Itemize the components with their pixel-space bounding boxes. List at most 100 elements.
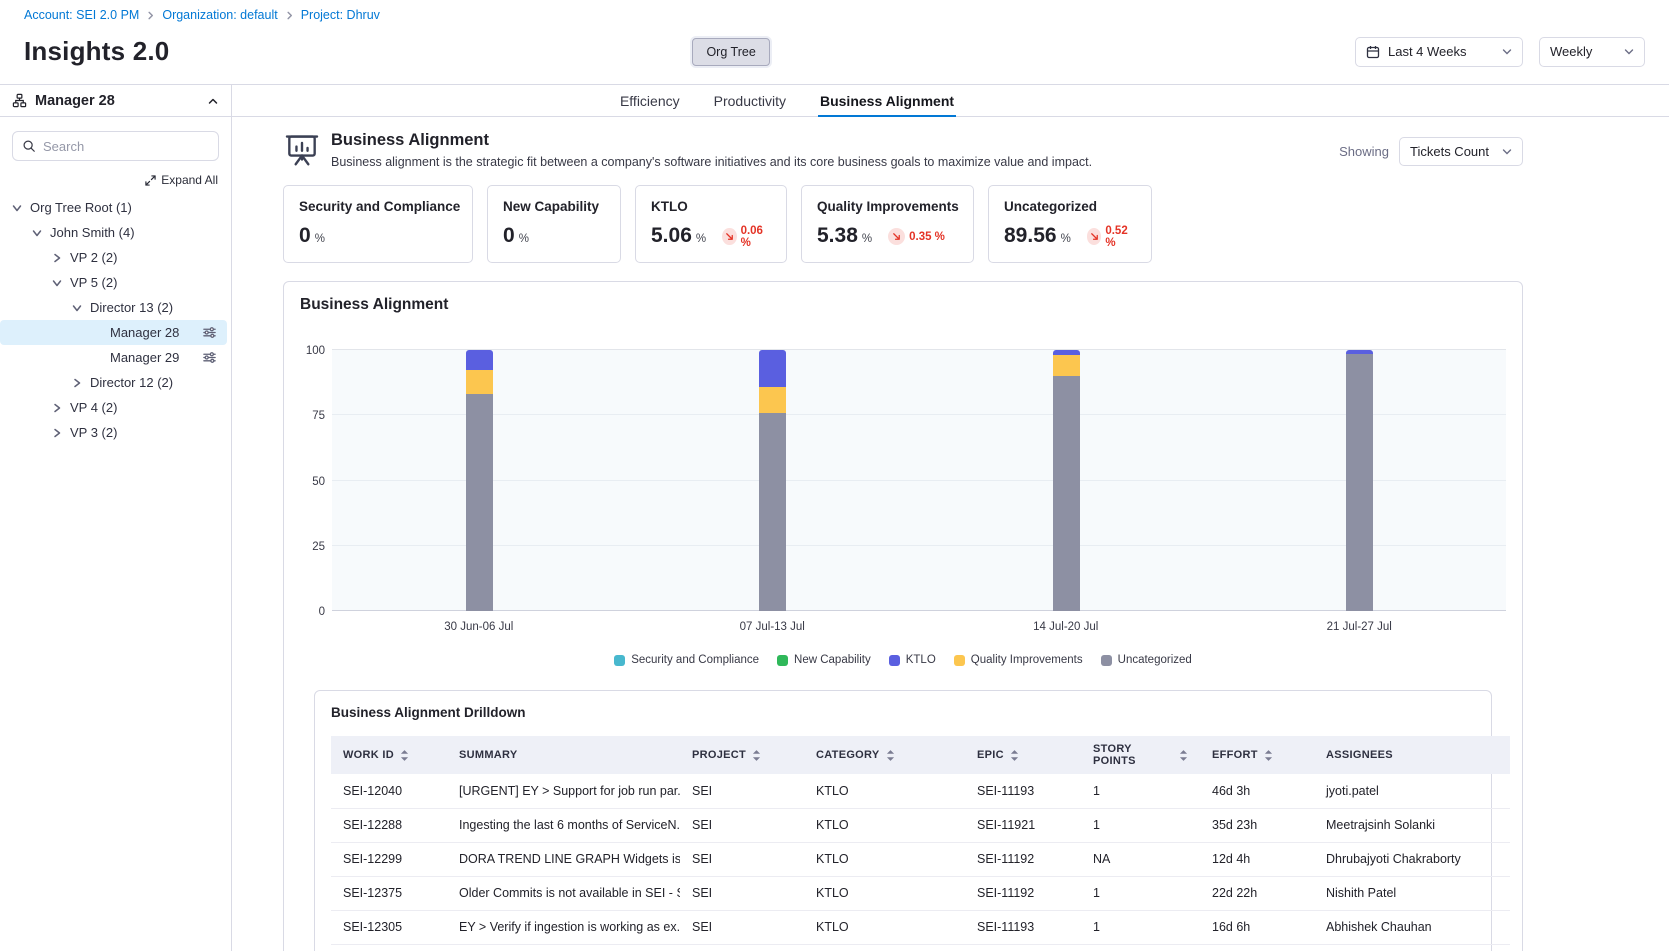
tree-item-vp-4-2[interactable]: VP 4 (2) bbox=[0, 395, 227, 420]
stat-card-uncategorized: Uncategorized 89.56 % 0.52 % bbox=[988, 185, 1152, 263]
showing-label: Showing bbox=[1339, 144, 1389, 159]
section-description: Business alignment is the strategic fit … bbox=[331, 155, 1092, 169]
chart-bar-30-jun-06-jul[interactable] bbox=[466, 350, 493, 611]
column-header-label: STORY POINTS bbox=[1093, 743, 1173, 767]
table-cell: SEI-11921 bbox=[965, 808, 1081, 842]
tab-business-alignment[interactable]: Business Alignment bbox=[818, 85, 956, 116]
table-row-sei-12299[interactable]: SEI-12299DORA TREND LINE GRAPH Widgets i… bbox=[331, 842, 1510, 876]
chevron-down-icon[interactable] bbox=[70, 301, 84, 315]
filter-sliders-icon[interactable] bbox=[202, 325, 217, 340]
trend-down-icon bbox=[722, 228, 736, 245]
chart-bar-07-jul-13-jul[interactable] bbox=[759, 350, 786, 611]
x-axis-category-label: 21 Jul-27 Jul bbox=[1327, 621, 1392, 633]
breadcrumb-link-project[interactable]: Project: Dhruv bbox=[301, 8, 380, 22]
legend-item-quality-improvements[interactable]: Quality Improvements bbox=[954, 654, 1083, 666]
granularity-dropdown[interactable]: Weekly bbox=[1539, 37, 1645, 67]
table-row-sei-12288[interactable]: SEI-12288Ingesting the last 6 months of … bbox=[331, 808, 1510, 842]
tree-item-label: Manager 28 bbox=[110, 325, 179, 340]
chart-bar-14-jul-20-jul[interactable] bbox=[1053, 350, 1080, 611]
org-hierarchy-icon bbox=[12, 93, 27, 108]
legend-item-new-capability[interactable]: New Capability bbox=[777, 654, 871, 666]
expand-arrows-icon bbox=[145, 175, 156, 186]
table-cell: 1 bbox=[1081, 808, 1200, 842]
column-header-summary[interactable]: SUMMARY bbox=[447, 736, 680, 774]
column-header-epic[interactable]: EPIC bbox=[965, 736, 1081, 774]
tree-item-label: John Smith (4) bbox=[50, 225, 135, 240]
x-axis-category-label: 07 Jul-13 Jul bbox=[740, 621, 805, 633]
tab-efficiency[interactable]: Efficiency bbox=[618, 85, 682, 116]
column-header-work-id[interactable]: WORK ID bbox=[331, 736, 447, 774]
table-row-sei-12040[interactable]: SEI-12040[URGENT] EY > Support for job r… bbox=[331, 774, 1510, 808]
sort-icon[interactable] bbox=[1010, 749, 1019, 762]
table-cell: SEI bbox=[680, 876, 804, 910]
filter-sliders-icon[interactable] bbox=[202, 350, 217, 365]
gridline bbox=[332, 349, 1506, 350]
chart-card: Business Alignment 0255075100 30 Jun-06 … bbox=[283, 281, 1523, 951]
chart-bar-21-jul-27-jul[interactable] bbox=[1346, 350, 1373, 611]
table-cell: jyoti.patel bbox=[1314, 774, 1510, 808]
org-tree-button[interactable]: Org Tree bbox=[692, 38, 769, 66]
y-axis-tick-label: 0 bbox=[319, 606, 325, 618]
stat-card-label: New Capability bbox=[503, 199, 605, 214]
table-cell: SEI bbox=[680, 808, 804, 842]
table-cell: 35d 23h bbox=[1200, 808, 1314, 842]
tree-item-john-smith-4[interactable]: John Smith (4) bbox=[0, 220, 227, 245]
date-range-dropdown[interactable]: Last 4 Weeks bbox=[1355, 37, 1523, 67]
table-cell: [URGENT] EY > Support for job run par... bbox=[447, 774, 680, 808]
legend-label: Uncategorized bbox=[1118, 654, 1192, 666]
tree-item-manager-29[interactable]: Manager 29 bbox=[0, 345, 227, 370]
sort-icon[interactable] bbox=[1179, 749, 1188, 762]
chevron-right-icon[interactable] bbox=[50, 251, 64, 265]
search-input[interactable] bbox=[43, 139, 209, 154]
column-header-category[interactable]: CATEGORY bbox=[804, 736, 965, 774]
sort-icon[interactable] bbox=[1264, 749, 1273, 762]
table-header-row: WORK ID SUMMARY PROJECT CATEGORY EPIC bbox=[331, 736, 1510, 774]
chevron-right-icon[interactable] bbox=[70, 376, 84, 390]
chevron-down-icon[interactable] bbox=[30, 226, 44, 240]
chart-plot-area bbox=[332, 350, 1506, 611]
page-title: Insights 2.0 bbox=[24, 36, 169, 67]
tree-item-director-12-2[interactable]: Director 12 (2) bbox=[0, 370, 227, 395]
chevron-down-icon[interactable] bbox=[10, 201, 24, 215]
table-cell: Meetrajsinh Solanki bbox=[1314, 808, 1510, 842]
sort-icon[interactable] bbox=[400, 749, 409, 762]
showing-dropdown[interactable]: Tickets Count bbox=[1399, 137, 1523, 166]
tree-item-vp-5-2[interactable]: VP 5 (2) bbox=[0, 270, 227, 295]
chevron-right-icon[interactable] bbox=[50, 401, 64, 415]
table-cell: 1 bbox=[1081, 876, 1200, 910]
column-header-effort[interactable]: EFFORT bbox=[1200, 736, 1314, 774]
expand-all-button[interactable]: Expand All bbox=[0, 173, 218, 187]
stat-card-delta-value: 0.52 % bbox=[1105, 225, 1136, 249]
section-title: Business Alignment bbox=[331, 131, 1092, 150]
legend-item-uncategorized[interactable]: Uncategorized bbox=[1101, 654, 1192, 666]
chevron-up-icon[interactable] bbox=[207, 95, 219, 107]
column-header-assignees[interactable]: ASSIGNEES bbox=[1314, 736, 1510, 774]
table-row-sei-12305[interactable]: SEI-12305EY > Verify if ingestion is wor… bbox=[331, 910, 1510, 944]
sort-icon[interactable] bbox=[752, 749, 761, 762]
breadcrumb-link-account[interactable]: Account: SEI 2.0 PM bbox=[24, 8, 139, 22]
chevron-right-icon[interactable] bbox=[50, 426, 64, 440]
column-header-story-points[interactable]: STORY POINTS bbox=[1081, 736, 1200, 774]
tab-productivity[interactable]: Productivity bbox=[712, 85, 788, 116]
column-header-project[interactable]: PROJECT bbox=[680, 736, 804, 774]
table-cell: 46d 3h bbox=[1200, 774, 1314, 808]
bar-segment-quality-improvements bbox=[1053, 355, 1080, 376]
sidebar-title: Manager 28 bbox=[35, 93, 115, 109]
table-row-sei-12375[interactable]: SEI-12375Older Commits is not available … bbox=[331, 876, 1510, 910]
tree-item-org-tree-root-1[interactable]: Org Tree Root (1) bbox=[0, 195, 227, 220]
tree-item-vp-2-2[interactable]: VP 2 (2) bbox=[0, 245, 227, 270]
legend-item-ktlo[interactable]: KTLO bbox=[889, 654, 936, 666]
chevron-down-icon[interactable] bbox=[50, 276, 64, 290]
search-icon bbox=[22, 139, 36, 153]
tree-item-director-13-2[interactable]: Director 13 (2) bbox=[0, 295, 227, 320]
legend-item-security-and-compliance[interactable]: Security and Compliance bbox=[614, 654, 759, 666]
bar-segment-ktlo bbox=[466, 350, 493, 370]
breadcrumb-link-organization[interactable]: Organization: default bbox=[162, 8, 277, 22]
sort-icon[interactable] bbox=[886, 749, 895, 762]
tree-item-vp-3-2[interactable]: VP 3 (2) bbox=[0, 420, 227, 445]
tree-item-manager-28[interactable]: Manager 28 bbox=[0, 320, 227, 345]
column-header-label: SUMMARY bbox=[459, 749, 518, 761]
gridline bbox=[332, 545, 1506, 546]
stat-card-unit: % bbox=[1061, 233, 1071, 245]
x-axis-category-label: 14 Jul-20 Jul bbox=[1033, 621, 1098, 633]
